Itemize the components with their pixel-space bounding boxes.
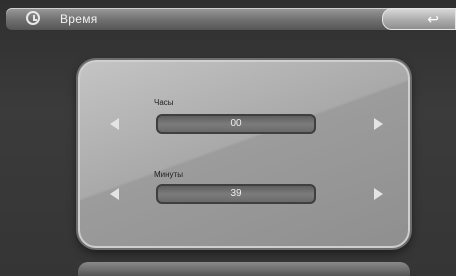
page-title: Время — [60, 12, 98, 26]
minutes-field[interactable]: 39 — [156, 184, 316, 204]
time-settings-screen: Время ↩ Часы 00 Минуты 39 — [0, 0, 456, 276]
minutes-decrease-arrow-icon[interactable] — [110, 188, 119, 200]
hours-field[interactable]: 00 — [156, 114, 316, 134]
hours-value: 00 — [230, 118, 242, 129]
title-bar: Время ↩ — [6, 8, 456, 30]
time-panel: Часы 00 Минуты 39 — [78, 60, 410, 248]
hours-label: Часы — [154, 98, 174, 107]
hours-increase-arrow-icon[interactable] — [374, 118, 383, 130]
back-button[interactable]: ↩ — [382, 8, 456, 30]
bottom-bar — [78, 262, 410, 276]
minutes-value: 39 — [230, 188, 242, 199]
undo-arrow-icon: ↩ — [427, 11, 439, 27]
minutes-label: Минуты — [154, 170, 183, 179]
clock-icon — [26, 11, 40, 25]
hours-decrease-arrow-icon[interactable] — [110, 118, 119, 130]
minutes-increase-arrow-icon[interactable] — [374, 188, 383, 200]
